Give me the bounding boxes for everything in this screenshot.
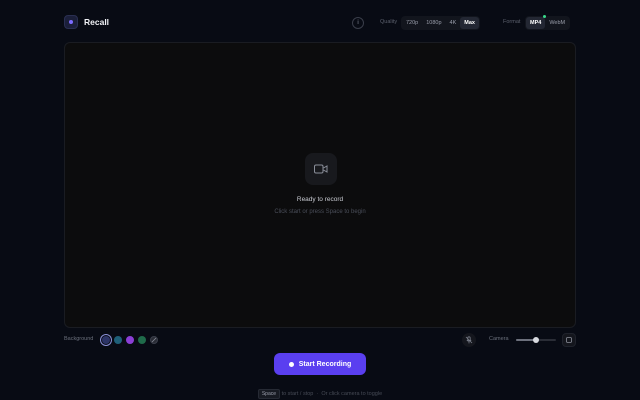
hint-camera-toggle: Or click camera to toggle bbox=[321, 391, 383, 397]
quality-option-1080p[interactable]: 1080p bbox=[422, 17, 445, 29]
top-bar: Recall i Quality 720p 1080p 4K Max Forma… bbox=[64, 14, 576, 32]
quality-selector: 720p 1080p 4K Max bbox=[401, 16, 480, 30]
format-label: Format bbox=[503, 19, 521, 25]
camera-preview[interactable]: Ready to record Click start or press Spa… bbox=[64, 42, 576, 328]
start-recording-label: Start Recording bbox=[298, 360, 352, 368]
format-option-mp4[interactable]: MP4 bbox=[526, 15, 547, 29]
background-swatch-navy[interactable] bbox=[102, 336, 110, 344]
app-name: Recall bbox=[84, 17, 110, 27]
microphone-off-icon[interactable] bbox=[462, 333, 476, 347]
background-swatch-green[interactable] bbox=[138, 336, 146, 344]
slider-thumb[interactable] bbox=[533, 337, 539, 343]
app-logo bbox=[64, 15, 78, 29]
hint-start-stop: to start / stop bbox=[281, 391, 314, 397]
background-swatch-purple[interactable] bbox=[126, 336, 134, 344]
format-option-mp4-label: MP4 bbox=[530, 20, 542, 26]
camera-size-slider[interactable] bbox=[516, 337, 556, 343]
brand: Recall bbox=[64, 15, 109, 29]
record-dot-icon bbox=[288, 361, 294, 367]
info-icon[interactable]: i bbox=[352, 17, 364, 29]
quality-option-max[interactable]: Max bbox=[460, 17, 479, 29]
background-swatch-teal[interactable] bbox=[114, 336, 122, 344]
pencil-icon bbox=[151, 337, 157, 343]
start-recording-button[interactable]: Start Recording bbox=[274, 353, 366, 375]
hint-text: Click start or press Space to begin bbox=[274, 209, 366, 215]
space-key: Space bbox=[257, 389, 281, 399]
keyboard-hint: Space to start / stop · Or click camera … bbox=[0, 389, 640, 399]
background-label: Background bbox=[64, 336, 94, 342]
format-selector: MP4 WebM bbox=[525, 15, 571, 30]
quality-label: Quality bbox=[380, 19, 398, 25]
video-camera-icon bbox=[305, 153, 337, 185]
status-text: Ready to record bbox=[296, 196, 344, 203]
camera-toggle-button[interactable] bbox=[562, 333, 576, 347]
background-swatch-custom[interactable] bbox=[150, 336, 158, 344]
camera-label: Camera bbox=[489, 336, 509, 342]
quality-option-4k[interactable]: 4K bbox=[446, 17, 461, 29]
format-option-webm[interactable]: WebM bbox=[545, 17, 569, 29]
quality-option-720p[interactable]: 720p bbox=[402, 17, 422, 29]
controls-bar: Background Camera bbox=[64, 333, 576, 347]
